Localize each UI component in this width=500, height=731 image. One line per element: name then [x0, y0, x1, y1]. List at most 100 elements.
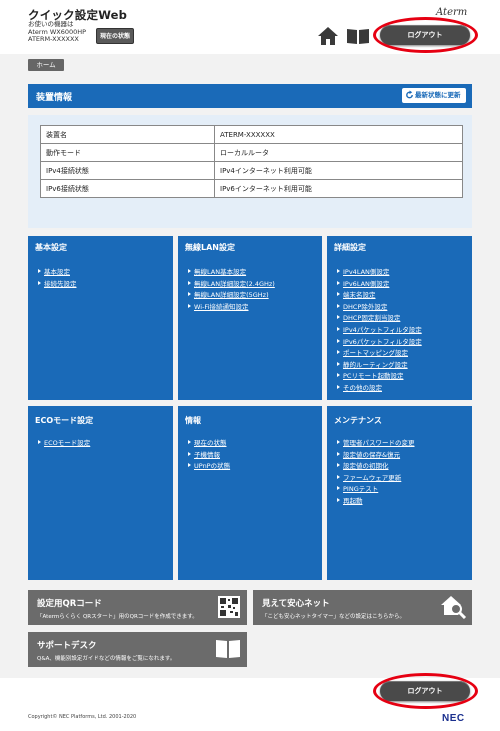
device-summary: お使いの機器は Aterm WX6000HP ATERM-XXXXXX: [28, 20, 86, 44]
table-row: 動作モード ローカルルータ: [40, 143, 463, 162]
list-item[interactable]: 無線LAN詳細設定(5GHz): [188, 290, 275, 302]
menu-link[interactable]: IPv6パケットフィルタ設定: [343, 338, 422, 346]
device-info-header: 装置情報 最新状態に更新: [28, 84, 472, 108]
list-item[interactable]: 端末名設定: [337, 290, 422, 302]
support-desk-tile[interactable]: サポートデスク Q&A、機能別設定ガイドなどの情報をご覧になれます。: [28, 632, 247, 667]
table-row: 装置名 ATERM-XXXXXX: [40, 125, 463, 144]
list-item[interactable]: ECOモード設定: [38, 438, 90, 450]
menu-link[interactable]: 無線LAN詳細設定(5GHz): [194, 291, 269, 299]
book-icon: [216, 640, 240, 658]
device-info-title: 装置情報: [36, 93, 73, 103]
mieru-anshin-tile[interactable]: 見えて安心ネット 「こども安心ネットタイマー」などの設定はこちらから。: [253, 590, 472, 625]
device-info-table: 装置名 ATERM-XXXXXX 動作モード ローカルルータ IPv4接続状態 IPv…: [40, 125, 463, 198]
menu-link[interactable]: その他の設定: [343, 384, 382, 392]
list-item[interactable]: 設定値の保存&復元: [337, 450, 415, 462]
menu-link[interactable]: UPnPの状態: [194, 462, 230, 470]
menu-link[interactable]: 管理者パスワードの変更: [343, 439, 415, 447]
refresh-icon: [406, 90, 413, 99]
list-item[interactable]: DHCP除外設定: [337, 302, 422, 314]
breadcrumb-home[interactable]: ホーム: [28, 59, 64, 71]
list-item[interactable]: IPv6パケットフィルタ設定: [337, 337, 422, 349]
current-status-button[interactable]: 現在の状態: [96, 28, 134, 44]
menu-link[interactable]: 接続先設定: [44, 280, 77, 288]
list-item[interactable]: 無線LAN詳細設定(2.4GHz): [188, 279, 275, 291]
refresh-button[interactable]: 最新状態に更新: [402, 88, 466, 103]
menu-eco-list: ECOモード設定: [38, 438, 90, 450]
menu-info-title: 情報: [185, 416, 201, 425]
row-value: ATERM-XXXXXX: [214, 125, 463, 144]
menu-maintenance-title: メンテナンス: [334, 416, 382, 425]
list-item[interactable]: 接続先設定: [38, 279, 77, 291]
list-item[interactable]: 管理者パスワードの変更: [337, 438, 415, 450]
menu-maintenance: メンテナンス 管理者パスワードの変更 設定値の保存&復元 設定値の初期化 ファー…: [327, 406, 472, 580]
menu-link[interactable]: 設定値の保存&復元: [343, 451, 400, 459]
copyright: Copyright© NEC Platforms, Ltd. 2001-2020: [28, 714, 137, 720]
menu-link[interactable]: ファームウェア更新: [343, 474, 401, 482]
menu-link[interactable]: IPv4LAN側設定: [343, 268, 389, 276]
list-item[interactable]: 静的ルーティング設定: [337, 360, 422, 372]
breadcrumb: ホーム: [0, 54, 500, 76]
list-item[interactable]: ファームウェア更新: [337, 473, 415, 485]
refresh-label: 最新状態に更新: [415, 91, 461, 99]
row-value: ローカルルータ: [214, 143, 463, 162]
menu-wlan: 無線LAN設定 無線LAN基本設定 無線LAN詳細設定(2.4GHz) 無線LA…: [178, 236, 322, 400]
list-item[interactable]: 無線LAN基本設定: [188, 267, 275, 279]
device-info-panel: 装置名 ATERM-XXXXXX 動作モード ローカルルータ IPv4接続状態 IPv…: [28, 115, 472, 228]
menu-link[interactable]: 無線LAN基本設定: [194, 268, 246, 276]
list-item[interactable]: PINGテスト: [337, 484, 415, 496]
menu-link[interactable]: 設定値の初期化: [343, 462, 389, 470]
menu-link[interactable]: DHCP固定割当設定: [343, 314, 400, 322]
qr-code-title: 設定用QRコード: [37, 599, 102, 609]
menu-link[interactable]: IPv6LAN側設定: [343, 280, 389, 288]
list-item[interactable]: Wi-Fi接続通知設定: [188, 302, 275, 314]
menu-eco-title: ECOモード設定: [35, 416, 94, 425]
manual-book-icon[interactable]: [346, 28, 370, 45]
menu-link[interactable]: IPv4パケットフィルタ設定: [343, 326, 422, 334]
list-item[interactable]: その他の設定: [337, 383, 422, 395]
menu-basic-list: 基本設定 接続先設定: [38, 267, 77, 290]
aterm-logo: Aterm: [436, 7, 468, 18]
list-item[interactable]: DHCP固定割当設定: [337, 313, 422, 325]
list-item[interactable]: 再起動: [337, 496, 415, 508]
menu-link[interactable]: 基本設定: [44, 268, 70, 276]
list-item[interactable]: 子機情報: [188, 450, 230, 462]
list-item[interactable]: PCリモート起動設定: [337, 371, 422, 383]
menu-link[interactable]: 静的ルーティング設定: [343, 361, 408, 369]
menu-link[interactable]: 子機情報: [194, 451, 220, 459]
list-item[interactable]: 現在の状態: [188, 438, 230, 450]
menu-link[interactable]: DHCP除外設定: [343, 303, 387, 311]
menu-link[interactable]: ECOモード設定: [44, 439, 90, 447]
list-item[interactable]: 設定値の初期化: [337, 461, 415, 473]
menu-link[interactable]: 再起動: [343, 497, 363, 505]
menu-info: 情報 現在の状態 子機情報 UPnPの状態: [178, 406, 322, 580]
menu-advanced-list: IPv4LAN側設定 IPv6LAN側設定 端末名設定 DHCP除外設定 DHC…: [337, 267, 422, 395]
menu-basic: 基本設定 基本設定 接続先設定: [28, 236, 173, 400]
menu-link[interactable]: 端末名設定: [343, 291, 376, 299]
menu-eco: ECOモード設定 ECOモード設定: [28, 406, 173, 580]
menu-advanced-title: 詳細設定: [334, 243, 366, 252]
menu-link[interactable]: 無線LAN詳細設定(2.4GHz): [194, 280, 275, 288]
list-item[interactable]: IPv6LAN側設定: [337, 279, 422, 291]
menu-link[interactable]: ポートマッピング設定: [343, 349, 408, 357]
list-item[interactable]: IPv4パケットフィルタ設定: [337, 325, 422, 337]
qr-code-tile[interactable]: 設定用QRコード 「Atermらくらく QRスタート」用のQRコードを作成できま…: [28, 590, 247, 625]
list-item[interactable]: 基本設定: [38, 267, 77, 279]
list-item[interactable]: ポートマッピング設定: [337, 348, 422, 360]
qr-code-icon: [218, 596, 240, 618]
support-desk-desc: Q&A、機能別設定ガイドなどの情報をご覧になれます。: [37, 656, 176, 662]
home-icon[interactable]: [318, 27, 338, 45]
device-name: ATERM-XXXXXX: [28, 35, 79, 44]
highlight-ring-bottom: [373, 673, 478, 709]
list-item[interactable]: IPv4LAN側設定: [337, 267, 422, 279]
menu-link[interactable]: 現在の状態: [194, 439, 227, 447]
row-value: IPv6インターネット利用可能: [214, 179, 463, 198]
menu-advanced: 詳細設定 IPv4LAN側設定 IPv6LAN側設定 端末名設定 DHCP除外設…: [327, 236, 472, 400]
menu-link[interactable]: PCリモート起動設定: [343, 372, 403, 380]
menu-link[interactable]: Wi-Fi接続通知設定: [194, 303, 249, 311]
menu-info-list: 現在の状態 子機情報 UPnPの状態: [188, 438, 230, 473]
menu-link[interactable]: PINGテスト: [343, 485, 378, 493]
list-item[interactable]: UPnPの状態: [188, 461, 230, 473]
row-key: 動作モード: [40, 143, 215, 162]
home-search-icon: [441, 596, 467, 619]
highlight-ring-top: [373, 17, 478, 53]
